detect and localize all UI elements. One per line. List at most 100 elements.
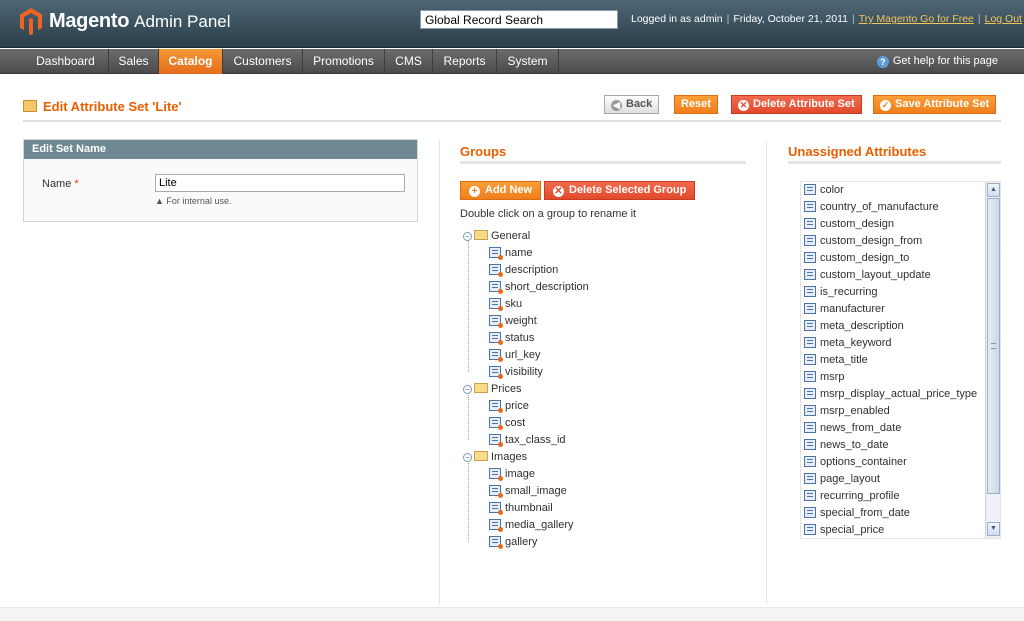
unassigned-attribute[interactable]: manufacturer (804, 301, 885, 318)
unassigned-attribute-label: msrp_display_actual_price_type (820, 388, 978, 400)
tree-attribute[interactable]: cost (489, 415, 525, 432)
unassigned-attribute[interactable]: is_recurring (804, 284, 877, 301)
unassigned-attribute[interactable]: custom_design_to (804, 250, 909, 267)
scroll-thumb[interactable] (987, 198, 1000, 494)
global-record-search-input[interactable]: Global Record Search (420, 10, 618, 29)
tree-attribute-label: name (505, 247, 533, 259)
save-attribute-set-button[interactable]: ✓ Save Attribute Set (873, 95, 997, 114)
unassigned-attribute[interactable]: custom_layout_update (804, 267, 931, 284)
add-new-group-button[interactable]: + Add New (460, 181, 542, 200)
unassigned-attribute-label: manufacturer (820, 303, 885, 315)
nav-promotions[interactable]: Promotions (303, 49, 385, 74)
scroll-down-icon[interactable]: ▼ (987, 522, 1000, 536)
help-link[interactable]: ? Get help for this page (876, 49, 998, 74)
tree-attribute[interactable]: tax_class_id (489, 432, 566, 449)
unassigned-attribute[interactable]: custom_design (804, 216, 894, 233)
unassigned-attribute[interactable]: special_price (804, 522, 884, 539)
tree-attribute[interactable]: name (489, 245, 533, 262)
unassigned-attribute-label: custom_design_from (820, 235, 923, 247)
unassigned-attribute-label: custom_layout_update (820, 269, 931, 281)
unassigned-attribute-label: special_from_date (820, 507, 910, 519)
unassigned-attribute[interactable]: news_from_date (804, 420, 901, 437)
tree-attribute[interactable]: short_description (489, 279, 589, 296)
plus-icon: + (469, 186, 480, 197)
tree-attribute[interactable]: visibility (489, 364, 543, 381)
delete-selected-group-label: Delete Selected Group (569, 184, 687, 196)
unassigned-title: Unassigned Attributes (788, 144, 927, 159)
tree-attribute[interactable]: description (489, 262, 558, 279)
unassigned-attribute[interactable]: msrp (804, 369, 844, 386)
unassigned-attribute[interactable]: options_container (804, 454, 907, 471)
unassigned-attribute[interactable]: custom_design_from (804, 233, 922, 250)
admin-header: Magento Admin Panel Global Record Search… (0, 0, 1024, 48)
attribute-icon (804, 490, 816, 501)
unassigned-attribute[interactable]: color (804, 182, 844, 199)
magento-logo[interactable]: Magento Admin Panel (20, 8, 231, 35)
unassigned-attribute[interactable]: page_layout (804, 471, 880, 488)
unassigned-attribute[interactable]: meta_description (804, 318, 904, 335)
unassigned-attribute-label: options_container (820, 456, 907, 468)
logout-link[interactable]: Log Out (985, 13, 1022, 25)
delete-icon: ✕ (553, 186, 564, 197)
unassigned-scrollbar[interactable]: ▲ ▼ (985, 182, 1000, 538)
delete-attribute-set-label: Delete Attribute Set (753, 98, 855, 110)
unassigned-attribute[interactable]: meta_title (804, 352, 868, 369)
tree-attribute[interactable]: gallery (489, 534, 537, 551)
tree-attribute[interactable]: weight (489, 313, 537, 330)
attribute-icon (804, 473, 816, 484)
tree-attribute[interactable]: thumbnail (489, 500, 553, 517)
tree-attribute-label: gallery (505, 536, 538, 548)
attribute-icon (804, 286, 816, 297)
required-mark: * (74, 178, 79, 190)
attribute-icon (489, 519, 503, 532)
unassigned-attribute[interactable]: meta_keyword (804, 335, 892, 352)
tree-group[interactable]: − Prices (463, 381, 522, 398)
tree-attribute[interactable]: sku (489, 296, 522, 313)
unassigned-attributes-list[interactable]: ▲ ▼ color country_of_manufacture custom_de… (800, 181, 1001, 539)
tree-attribute-label: weight (505, 315, 537, 327)
unassigned-attribute-label: meta_description (820, 320, 904, 332)
tree-attribute-label: sku (505, 298, 523, 310)
nav-cms[interactable]: CMS (385, 49, 433, 74)
nav-dashboard[interactable]: Dashboard (23, 49, 109, 74)
unassigned-attribute[interactable]: country_of_manufacture (804, 199, 939, 216)
page-title: Edit Attribute Set 'Lite' (23, 99, 182, 114)
tree-attribute[interactable]: url_key (489, 347, 540, 364)
tree-attribute[interactable]: small_image (489, 483, 567, 500)
attribute-icon (804, 303, 816, 314)
nav-sales[interactable]: Sales (109, 49, 159, 74)
tree-group[interactable]: − General (463, 228, 530, 245)
tree-attribute[interactable]: status (489, 330, 534, 347)
help-icon: ? (876, 56, 889, 68)
name-label: Name * (42, 178, 79, 190)
nav-system[interactable]: System (497, 49, 559, 74)
tree-group-label: Images (491, 451, 528, 463)
unassigned-attribute[interactable]: news_to_date (804, 437, 889, 454)
tree-attribute[interactable]: price (489, 398, 529, 415)
tree-group[interactable]: − Images (463, 449, 527, 466)
nav-catalog[interactable]: Catalog (159, 49, 223, 74)
tree-attribute-label: url_key (505, 349, 541, 361)
back-button[interactable]: ◀ Back (604, 95, 660, 114)
unassigned-attribute-label: news_from_date (820, 422, 902, 434)
reset-button[interactable]: Reset (674, 95, 718, 114)
tree-connector (468, 240, 469, 372)
unassigned-attribute[interactable]: special_from_date (804, 505, 910, 522)
folder-icon (474, 230, 488, 240)
nav-reports[interactable]: Reports (433, 49, 497, 74)
unassigned-attribute[interactable]: recurring_profile (804, 488, 899, 505)
nav-customers[interactable]: Customers (223, 49, 303, 74)
scroll-up-icon[interactable]: ▲ (987, 183, 1000, 197)
delete-selected-group-button[interactable]: ✕ Delete Selected Group (544, 181, 696, 200)
tree-attribute[interactable]: image (489, 466, 535, 483)
tree-attribute-label: image (505, 468, 535, 480)
unassigned-attribute[interactable]: msrp_display_actual_price_type (804, 386, 977, 403)
tree-attribute-label: small_image (505, 485, 567, 497)
try-magento-go-link[interactable]: Try Magento Go for Free (859, 13, 974, 25)
delete-attribute-set-button[interactable]: ✕ Delete Attribute Set (731, 95, 862, 114)
tree-attribute-label: short_description (505, 281, 589, 293)
tree-attribute[interactable]: media_gallery (489, 517, 573, 534)
unassigned-attribute[interactable]: msrp_enabled (804, 403, 890, 420)
back-button-label: Back (626, 98, 653, 110)
name-field[interactable]: Lite (155, 174, 405, 192)
